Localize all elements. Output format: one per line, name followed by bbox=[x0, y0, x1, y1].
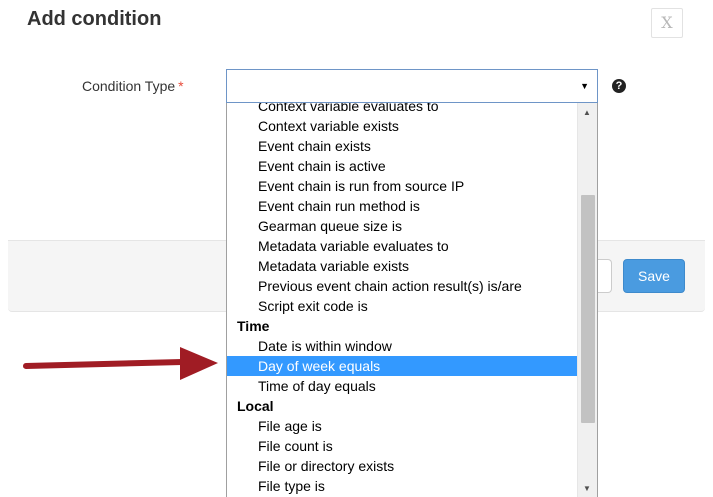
condition-type-select[interactable]: ▼ bbox=[226, 69, 598, 103]
list-item[interactable]: Script exit code is bbox=[227, 296, 577, 316]
dropdown-options: Context variable evaluates to Context var… bbox=[227, 103, 577, 496]
option-group-label: Time bbox=[237, 318, 270, 334]
condition-type-dropdown-list[interactable]: Context variable evaluates to Context var… bbox=[226, 103, 598, 497]
list-item[interactable]: Event chain is run from source IP bbox=[227, 176, 577, 196]
list-item[interactable]: Event chain run method is bbox=[227, 196, 577, 216]
dialog-title: Add condition bbox=[27, 8, 162, 30]
condition-type-label-text: Condition Type bbox=[82, 78, 176, 94]
condition-type-label: Condition Type * bbox=[82, 78, 184, 94]
required-marker: * bbox=[178, 78, 184, 94]
list-item[interactable]: File or directory exists bbox=[227, 456, 577, 476]
add-condition-dialog: Add condition X Condition Type * ▼ ? Save… bbox=[0, 0, 713, 497]
question-circle-icon[interactable]: ? bbox=[612, 79, 626, 93]
scroll-thumb[interactable] bbox=[581, 195, 595, 423]
list-item[interactable]: Time of day equals bbox=[227, 376, 577, 396]
scroll-up-icon[interactable]: ▲ bbox=[583, 109, 591, 117]
list-item[interactable]: Date is within window bbox=[227, 336, 577, 356]
list-item[interactable]: File count is bbox=[227, 436, 577, 456]
chevron-down-icon[interactable]: ▼ bbox=[580, 81, 589, 91]
list-item[interactable]: Context variable exists bbox=[227, 116, 577, 136]
save-button[interactable]: Save bbox=[623, 259, 685, 293]
option-group-label: Local bbox=[237, 398, 274, 414]
list-item[interactable]: Previous event chain action result(s) is… bbox=[227, 276, 577, 296]
list-item[interactable]: Context variable evaluates to bbox=[227, 103, 577, 116]
scroll-down-icon[interactable]: ▼ bbox=[583, 485, 591, 493]
list-item-selected[interactable]: Day of week equals bbox=[227, 356, 577, 376]
list-item[interactable]: File type is bbox=[227, 476, 577, 496]
list-item[interactable]: Metadata variable evaluates to bbox=[227, 236, 577, 256]
list-item[interactable]: File age is bbox=[227, 416, 577, 436]
red-arrow-icon bbox=[23, 347, 218, 380]
list-item[interactable]: Event chain is active bbox=[227, 156, 577, 176]
list-item[interactable]: Event chain exists bbox=[227, 136, 577, 156]
list-item[interactable]: Gearman queue size is bbox=[227, 216, 577, 236]
close-button[interactable]: X bbox=[651, 8, 683, 38]
arrow-head bbox=[180, 347, 218, 380]
list-item[interactable]: Metadata variable exists bbox=[227, 256, 577, 276]
cancel-button[interactable] bbox=[596, 259, 612, 293]
dropdown-scrollbar[interactable]: ▲ ▼ bbox=[577, 103, 597, 497]
arrow-shaft bbox=[23, 359, 185, 369]
